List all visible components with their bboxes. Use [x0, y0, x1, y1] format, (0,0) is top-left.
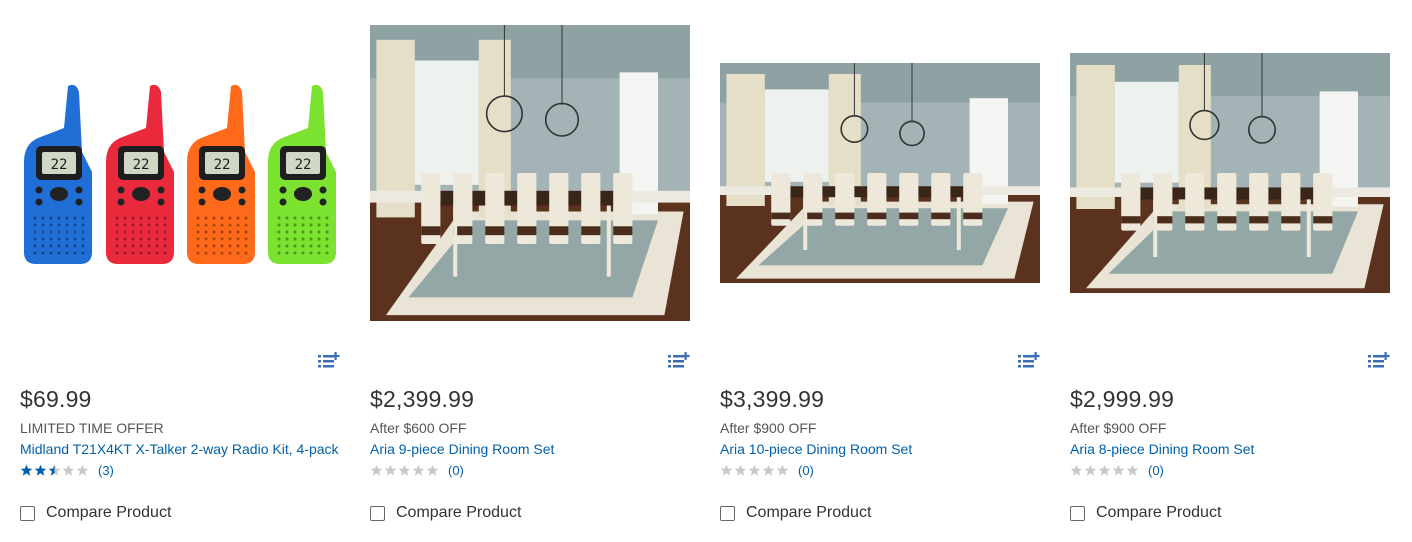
- product-price: $3,399.99: [720, 386, 825, 412]
- compare-checkbox[interactable]: [20, 505, 35, 521]
- review-count-link[interactable]: (0): [448, 463, 464, 478]
- product-tile: $2,999.99 After $900 OFF Aria 8-piece Di…: [1070, 0, 1390, 542]
- add-to-list-icon[interactable]: [668, 352, 690, 370]
- dining-room-image: [720, 63, 1040, 283]
- add-to-list-icon[interactable]: [1368, 352, 1390, 370]
- promo-text: After $900 OFF: [1070, 420, 1167, 436]
- product-title-link[interactable]: Aria 10-piece Dining Room Set: [720, 441, 912, 457]
- review-count-link[interactable]: (0): [1148, 463, 1164, 478]
- compare-product[interactable]: Compare Product: [20, 504, 171, 522]
- compare-label: Compare Product: [396, 504, 522, 521]
- star-icon: [76, 464, 89, 476]
- product-title-link[interactable]: Midland T21X4KT X-Talker 2-way Radio Kit…: [20, 441, 339, 457]
- walkie-talkie-image: 22 22 22 22: [20, 14, 340, 334]
- compare-label: Compare Product: [46, 504, 172, 521]
- star-icon: [62, 464, 75, 476]
- product-image-link[interactable]: [370, 14, 690, 334]
- compare-product[interactable]: Compare Product: [370, 504, 521, 522]
- star-icon: [1126, 464, 1139, 476]
- star-icon: [370, 464, 383, 476]
- rating: (0): [720, 462, 814, 478]
- star-rating: [1070, 464, 1139, 477]
- star-icon: [762, 464, 775, 476]
- star-icon: [398, 464, 411, 476]
- product-price: $69.99: [20, 386, 92, 412]
- compare-label: Compare Product: [1096, 504, 1222, 521]
- product-grid: 22 22 22 22 $69.99 LIMITED TIME OFFER Midla…: [0, 0, 1412, 542]
- rating: (0): [1070, 462, 1164, 478]
- star-icon: [1112, 464, 1125, 476]
- star-icon: [48, 464, 61, 476]
- svg-text:22: 22: [133, 157, 150, 173]
- compare-product[interactable]: Compare Product: [720, 504, 871, 522]
- star-icon: [384, 464, 397, 476]
- star-icon: [1098, 464, 1111, 476]
- promo-text: LIMITED TIME OFFER: [20, 420, 164, 436]
- star-icon: [426, 464, 439, 476]
- star-rating: [720, 464, 789, 477]
- svg-text:22: 22: [51, 157, 68, 173]
- star-rating: [370, 464, 439, 477]
- add-to-list-icon[interactable]: [1018, 352, 1040, 370]
- compare-checkbox[interactable]: [1070, 505, 1085, 521]
- svg-text:22: 22: [295, 157, 312, 173]
- product-image-link[interactable]: 22 22 22 22: [20, 14, 340, 334]
- rating: (3): [20, 462, 114, 478]
- star-icon: [1070, 464, 1083, 476]
- product-tile: 22 22 22 22 $69.99 LIMITED TIME OFFER Midla…: [20, 0, 340, 542]
- promo-text: After $600 OFF: [370, 420, 467, 436]
- star-icon: [776, 464, 789, 476]
- dining-room-image: [1070, 53, 1390, 293]
- star-icon: [20, 464, 33, 476]
- review-count-link[interactable]: (0): [798, 463, 814, 478]
- product-image-link[interactable]: [720, 14, 1040, 334]
- product-image-link[interactable]: [1070, 14, 1390, 334]
- svg-text:22: 22: [214, 157, 231, 173]
- dining-room-image: [370, 25, 690, 321]
- rating: (0): [370, 462, 464, 478]
- add-to-list-icon[interactable]: [318, 352, 340, 370]
- compare-checkbox[interactable]: [720, 505, 735, 521]
- star-icon: [748, 464, 761, 476]
- promo-text: After $900 OFF: [720, 420, 817, 436]
- compare-checkbox[interactable]: [370, 505, 385, 521]
- product-price: $2,999.99: [1070, 386, 1175, 412]
- review-count-link[interactable]: (3): [98, 463, 114, 478]
- star-icon: [734, 464, 747, 476]
- compare-label: Compare Product: [746, 504, 872, 521]
- product-tile: $3,399.99 After $900 OFF Aria 10-piece D…: [720, 0, 1040, 542]
- product-title-link[interactable]: Aria 9-piece Dining Room Set: [370, 441, 554, 457]
- product-title-link[interactable]: Aria 8-piece Dining Room Set: [1070, 441, 1254, 457]
- star-icon: [412, 464, 425, 476]
- star-icon: [720, 464, 733, 476]
- compare-product[interactable]: Compare Product: [1070, 504, 1221, 522]
- product-price: $2,399.99: [370, 386, 475, 412]
- star-rating: [20, 464, 89, 477]
- product-tile: $2,399.99 After $600 OFF Aria 9-piece Di…: [370, 0, 690, 542]
- star-icon: [34, 464, 47, 476]
- star-icon: [1084, 464, 1097, 476]
